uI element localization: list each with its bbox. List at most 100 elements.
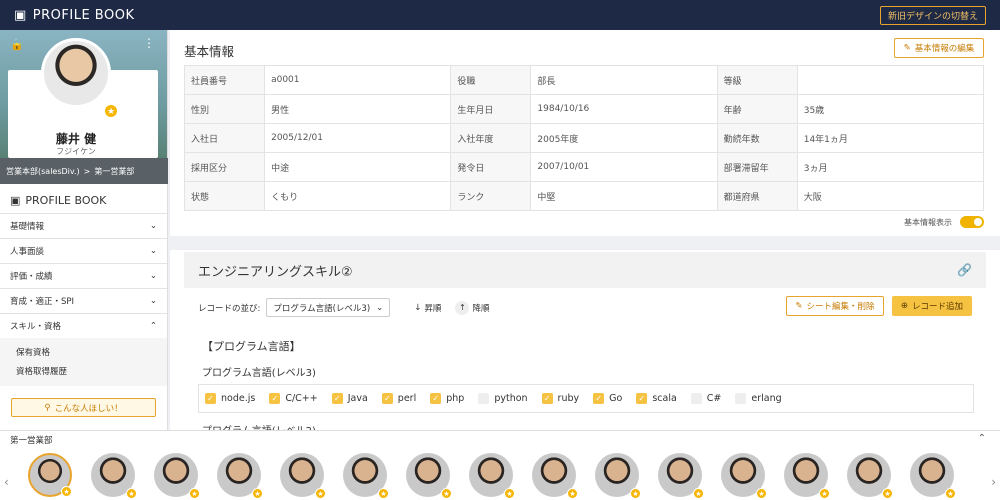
member-avatar-list: ★ ★ ★ ★ ★ ★ ★ ★ ★ ★ ★ ★ ★ ★ ★ <box>28 453 956 499</box>
member-avatar[interactable]: ★ <box>28 453 72 497</box>
sidebar-item[interactable]: 評価・成績 ⌄ <box>0 263 167 288</box>
member-avatar[interactable]: ★ <box>847 453 893 499</box>
field-label: 入社日 <box>183 123 266 153</box>
skill-label: node.js <box>221 393 256 404</box>
skill-label: Java <box>347 393 368 404</box>
checkbox-checked-icon: ✓ <box>331 393 343 404</box>
sheet-edit-delete-button[interactable]: ✎ シート編集・削除 <box>786 296 884 316</box>
field-label: 採用区分 <box>183 152 266 182</box>
field-value: 中途 <box>264 152 452 182</box>
skill-checkbox[interactable]: ✓ scala <box>636 393 677 404</box>
sort-asc-label: 昇順 <box>424 303 442 314</box>
engineering-skill-card: エンジニアリングスキル② 🔗 レコードの並び: プログラム言語(レベル3) ⌄ … <box>184 252 986 430</box>
table-row: 状態 くもり ランク 中堅 都道府県 大阪 <box>183 181 985 211</box>
record-sort-controls: レコードの並び: プログラム言語(レベル3) ⌄ ↓ 昇順 ↑ 降順 <box>198 298 489 317</box>
skill-checkbox[interactable]: ✓ node.js <box>205 393 255 404</box>
skill-label: python <box>494 393 528 404</box>
want-person-label: こんな人ほしい！ <box>54 403 123 414</box>
skill-checkbox[interactable]: C# <box>690 393 721 404</box>
checkbox-checked-icon: ✓ <box>541 393 553 404</box>
sidebar-item[interactable]: 育成・適正・SPI ⌄ <box>0 288 167 313</box>
skill-checkbox[interactable]: python <box>478 393 528 404</box>
member-avatar[interactable]: ★ <box>658 453 704 499</box>
field-value: 1984/10/16 <box>530 94 718 124</box>
more-icon[interactable]: ⋮ <box>143 36 155 50</box>
star-badge-icon: ★ <box>61 486 72 497</box>
member-avatar[interactable]: ★ <box>532 453 578 499</box>
skill-checkbox[interactable]: ✓ Java <box>331 393 368 404</box>
sidebar-item-label: 基礎情報 <box>10 222 45 232</box>
main-content: 基本情報 ✎ 基本情報の編集 社員番号 a0001 役職 部長 等級 性別 男性 生年月日 19… <box>170 30 1000 430</box>
chevron-right-icon[interactable]: › <box>991 475 996 489</box>
search-icon: ⚲ <box>44 402 51 413</box>
skill-checkbox[interactable]: erlang <box>735 393 782 404</box>
skill-checkbox[interactable]: ✓ C/C++ <box>269 393 318 404</box>
skill-checkbox[interactable]: ✓ php <box>430 393 464 404</box>
add-record-button[interactable]: ⊕ レコード追加 <box>892 296 972 316</box>
star-badge-icon: ★ <box>693 488 704 499</box>
skill-checkbox-list: ✓ node.js ✓ C/C++ ✓ Java ✓ perl ✓ php python ✓ ruby ✓… <box>198 384 974 413</box>
dept-label[interactable]: 営業本部(salesDiv.) <box>6 166 80 177</box>
field-label: 都道府県 <box>716 181 798 211</box>
member-avatar[interactable]: ★ <box>91 453 137 499</box>
level-label-2: プログラム言語(レベル2) <box>202 422 316 430</box>
checkbox-unchecked-icon <box>735 393 747 404</box>
skill-checkbox[interactable]: ✓ Go <box>593 393 622 404</box>
sidebar-item[interactable]: 人事面談 ⌄ <box>0 238 167 263</box>
pencil-icon: ✎ <box>903 43 911 53</box>
star-badge-icon: ★ <box>882 488 893 499</box>
checkbox-checked-icon: ✓ <box>205 393 216 404</box>
sidebar-item[interactable]: 基礎情報 ⌄ <box>0 213 167 238</box>
member-avatar[interactable]: ★ <box>721 453 767 499</box>
member-avatar[interactable]: ★ <box>406 453 452 499</box>
member-avatar[interactable]: ★ <box>469 453 515 499</box>
star-badge-icon: ★ <box>756 488 767 499</box>
skill-label: ruby <box>557 393 580 404</box>
member-strip-label: 第一営業部 <box>10 436 53 446</box>
want-person-button[interactable]: ⚲ こんな人ほしい！ <box>11 398 156 417</box>
design-switch-button[interactable]: 新旧デザインの切替え <box>879 6 986 25</box>
field-value: くもり <box>264 181 452 211</box>
chevron-left-icon[interactable]: ‹ <box>4 475 9 489</box>
sort-select[interactable]: プログラム言語(レベル3) ⌄ <box>266 298 391 317</box>
member-avatar[interactable]: ★ <box>910 453 956 499</box>
member-avatar[interactable]: ★ <box>217 453 263 499</box>
star-badge-icon: ★ <box>504 488 515 499</box>
field-label: 等級 <box>716 65 798 95</box>
sort-asc-button[interactable]: ↓ 昇順 <box>414 302 441 314</box>
skill-label: php <box>446 393 465 404</box>
plus-circle-icon: ⊕ <box>900 301 909 311</box>
checkbox-checked-icon: ✓ <box>593 393 605 404</box>
link-icon[interactable]: 🔗 <box>957 263 972 277</box>
checkbox-checked-icon: ✓ <box>430 393 442 404</box>
section-label[interactable]: 第一営業部 <box>94 166 134 177</box>
chevron-up-icon[interactable]: ⌃ <box>978 433 986 444</box>
chevron-down-icon: ⌄ <box>149 246 157 256</box>
star-badge-icon: ★ <box>567 488 578 499</box>
skill-checkbox[interactable]: ✓ perl <box>381 393 416 404</box>
chevron-down-icon: ⌄ <box>149 296 157 306</box>
member-avatar[interactable]: ★ <box>343 453 389 499</box>
member-avatar[interactable]: ★ <box>154 453 200 499</box>
sidebar-logo-text: PROFILE BOOK <box>25 194 107 207</box>
lock-icon[interactable]: 🔒 <box>10 38 24 51</box>
sidebar-logo: ▣ PROFILE BOOK <box>0 184 167 213</box>
submenu-item-qualification-history[interactable]: 資格取得履歴 <box>0 361 167 380</box>
member-avatar[interactable]: ★ <box>595 453 641 499</box>
field-label: 入社年度 <box>450 123 532 153</box>
member-avatar[interactable]: ★ <box>280 453 326 499</box>
member-avatar[interactable]: ★ <box>784 453 830 499</box>
submenu-item-qualifications[interactable]: 保有資格 <box>0 342 167 361</box>
chevron-down-icon: ⌄ <box>149 271 157 281</box>
app-logo[interactable]: ▣ PROFILE BOOK <box>14 8 134 23</box>
skill-label: erlang <box>751 393 782 404</box>
field-value: 男性 <box>264 94 452 124</box>
member-strip: 第一営業部 ⌃ ‹ › ★ ★ ★ ★ ★ ★ ★ ★ ★ ★ ★ ★ ★ ★ ★ <box>0 430 1000 500</box>
field-label: 発令日 <box>450 152 532 182</box>
basic-info-toggle[interactable] <box>960 216 984 228</box>
sort-desc-button[interactable]: ↑ 降順 <box>455 300 489 315</box>
sidebar-item[interactable]: スキル・資格 ⌃ <box>0 313 167 338</box>
edit-basic-info-button[interactable]: ✎ 基本情報の編集 <box>894 38 984 58</box>
star-badge-icon: ★ <box>945 488 956 499</box>
skill-checkbox[interactable]: ✓ ruby <box>541 393 580 404</box>
